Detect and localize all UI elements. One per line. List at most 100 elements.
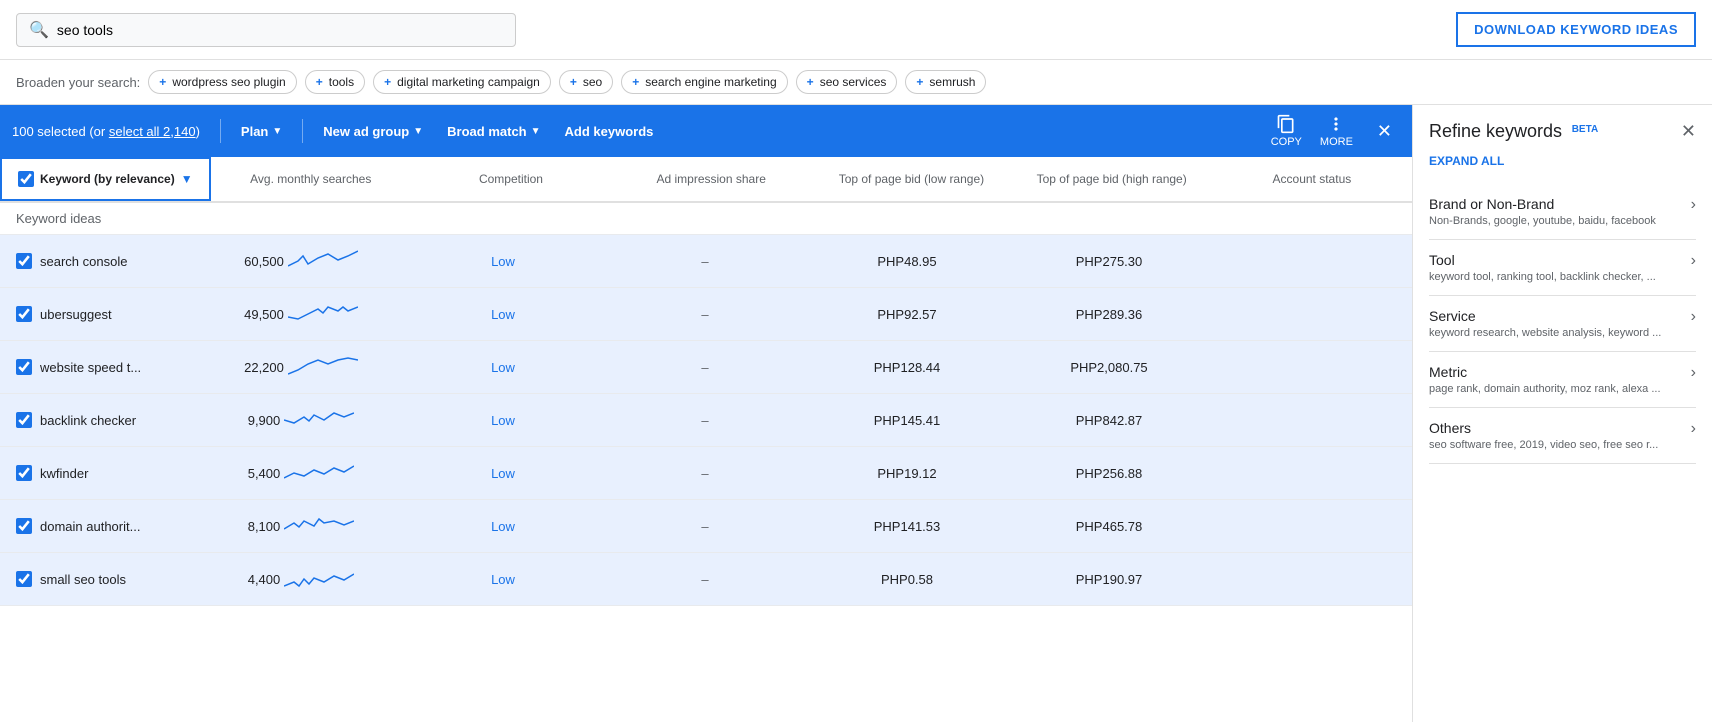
competition-cell: Low (402, 350, 604, 385)
keyword-column-header[interactable]: Keyword (by relevance) ▼ (0, 157, 211, 201)
row-checkbox[interactable] (16, 306, 32, 322)
refine-category-item[interactable]: Others seo software free, 2019, video se… (1429, 408, 1696, 464)
avg-searches-value: 49,500 (244, 307, 284, 322)
avg-searches-header: Avg. monthly searches (211, 160, 411, 198)
broad-match-arrow-icon: ▼ (531, 126, 541, 137)
keyword-cell: domain authorit... (0, 508, 200, 544)
broad-match-button[interactable]: Broad match ▼ (439, 118, 548, 145)
keyword-text: website speed t... (40, 360, 141, 375)
expand-all-link[interactable]: EXPAND ALL (1429, 154, 1696, 168)
broaden-chip-4[interactable]: + search engine marketing (621, 70, 787, 94)
select-all-checkbox[interactable] (18, 171, 34, 187)
avg-searches-cell: 8,100 (200, 500, 402, 552)
table-header: Keyword (by relevance) ▼ Avg. monthly se… (0, 157, 1412, 203)
broaden-chip-6[interactable]: + semrush (905, 70, 986, 94)
search-box[interactable]: 🔍 (16, 13, 516, 47)
close-selection-button[interactable]: ✕ (1369, 117, 1400, 146)
new-ad-group-button[interactable]: New ad group ▼ (315, 118, 431, 145)
competition-cell: Low (402, 456, 604, 491)
account-status-cell (1210, 304, 1412, 324)
refine-category-title: Brand or Non-Brand (1429, 196, 1683, 212)
refine-category-subtitle: seo software free, 2019, video seo, free… (1429, 439, 1683, 451)
refine-category-item[interactable]: Brand or Non-Brand Non-Brands, google, y… (1429, 184, 1696, 240)
close-panel-button[interactable]: ✕ (1681, 121, 1696, 142)
row-checkbox[interactable] (16, 359, 32, 375)
refine-title: Refine keywords (1429, 121, 1562, 141)
plus-icon-6: + (916, 75, 923, 89)
ad-impression-cell: – (604, 350, 806, 385)
sparkline-chart (288, 351, 358, 383)
refine-category-subtitle: keyword tool, ranking tool, backlink che… (1429, 271, 1683, 283)
refine-item-content: Brand or Non-Brand Non-Brands, google, y… (1429, 196, 1683, 227)
sparkline-chart (288, 298, 358, 330)
refine-category-item[interactable]: Tool keyword tool, ranking tool, backlin… (1429, 240, 1696, 296)
table-row: ubersuggest 49,500 Low – PHP92.57 PHP289… (0, 288, 1412, 341)
row-checkbox[interactable] (16, 518, 32, 534)
chip-label-2: digital marketing campaign (397, 75, 540, 89)
more-label: MORE (1320, 136, 1353, 148)
selected-count: 100 selected (or select all 2,140) (12, 124, 200, 139)
keyword-text: search console (40, 254, 127, 269)
refine-item-content: Tool keyword tool, ranking tool, backlin… (1429, 252, 1683, 283)
broaden-chip-3[interactable]: + seo (559, 70, 613, 94)
table-row: website speed t... 22,200 Low – PHP128.4… (0, 341, 1412, 394)
broaden-search-area: Broaden your search: + wordpress seo plu… (0, 60, 1712, 105)
competition-cell: Low (402, 509, 604, 544)
row-checkbox[interactable] (16, 412, 32, 428)
row-checkbox[interactable] (16, 465, 32, 481)
top-bid-low-cell: PHP141.53 (806, 509, 1008, 544)
competition-cell: Low (402, 244, 604, 279)
keyword-cell: search console (0, 243, 200, 279)
avg-searches-cell: 4,400 (200, 553, 402, 605)
table-rows: search console 60,500 Low – PHP48.95 PHP… (0, 235, 1412, 606)
account-status-cell (1210, 516, 1412, 536)
refine-category-item[interactable]: Metric page rank, domain authority, moz … (1429, 352, 1696, 408)
action-divider-2 (302, 119, 303, 143)
chevron-right-icon: › (1691, 420, 1696, 438)
table-row: kwfinder 5,400 Low – PHP19.12 PHP256.88 (0, 447, 1412, 500)
broaden-chip-2[interactable]: + digital marketing campaign (373, 70, 551, 94)
download-keywords-button[interactable]: DOWNLOAD KEYWORD IDEAS (1456, 12, 1696, 47)
plan-button[interactable]: Plan ▼ (233, 118, 290, 145)
broaden-chip-0[interactable]: + wordpress seo plugin (148, 70, 296, 94)
plus-icon-1: + (316, 75, 323, 89)
refine-categories: Brand or Non-Brand Non-Brands, google, y… (1429, 184, 1696, 464)
select-all-link[interactable]: select all 2,140 (109, 124, 196, 139)
refine-title-area: Refine keywords BETA (1429, 121, 1598, 142)
add-keywords-button[interactable]: Add keywords (557, 118, 662, 145)
plus-icon-4: + (632, 75, 639, 89)
more-button[interactable]: MORE (1312, 110, 1361, 152)
copy-label: COPY (1271, 136, 1302, 148)
avg-searches-value: 9,900 (248, 413, 281, 428)
broaden-chip-5[interactable]: + seo services (796, 70, 898, 94)
row-checkbox[interactable] (16, 253, 32, 269)
chip-label-5: seo services (820, 75, 887, 89)
avg-searches-cell: 9,900 (200, 394, 402, 446)
refine-category-item[interactable]: Service keyword research, website analys… (1429, 296, 1696, 352)
sparkline-chart (284, 510, 354, 542)
competition-cell: Low (402, 297, 604, 332)
keyword-cell: ubersuggest (0, 296, 200, 332)
keyword-text: domain authorit... (40, 519, 140, 534)
top-bid-high-cell: PHP275.30 (1008, 244, 1210, 279)
copy-button[interactable]: COPY (1263, 110, 1310, 152)
broaden-chip-1[interactable]: + tools (305, 70, 365, 94)
avg-searches-value: 22,200 (244, 360, 284, 375)
refine-category-title: Others (1429, 420, 1683, 436)
row-checkbox[interactable] (16, 571, 32, 587)
keyword-cell: backlink checker (0, 402, 200, 438)
chevron-right-icon: › (1691, 252, 1696, 270)
copy-more-area: COPY MORE (1263, 110, 1361, 152)
chip-label-6: semrush (929, 75, 975, 89)
search-input[interactable] (57, 22, 503, 38)
avg-searches-value: 4,400 (248, 572, 281, 587)
top-bid-low-header: Top of page bid (low range) (811, 160, 1011, 198)
refine-item-content: Service keyword research, website analys… (1429, 308, 1683, 339)
keyword-cell: small seo tools (0, 561, 200, 597)
avg-searches-cell: 5,400 (200, 447, 402, 499)
top-bid-low-cell: PHP128.44 (806, 350, 1008, 385)
sort-down-icon[interactable]: ▼ (181, 172, 193, 186)
refine-category-title: Metric (1429, 364, 1683, 380)
top-bid-low-cell: PHP92.57 (806, 297, 1008, 332)
beta-badge: BETA (1572, 124, 1598, 135)
